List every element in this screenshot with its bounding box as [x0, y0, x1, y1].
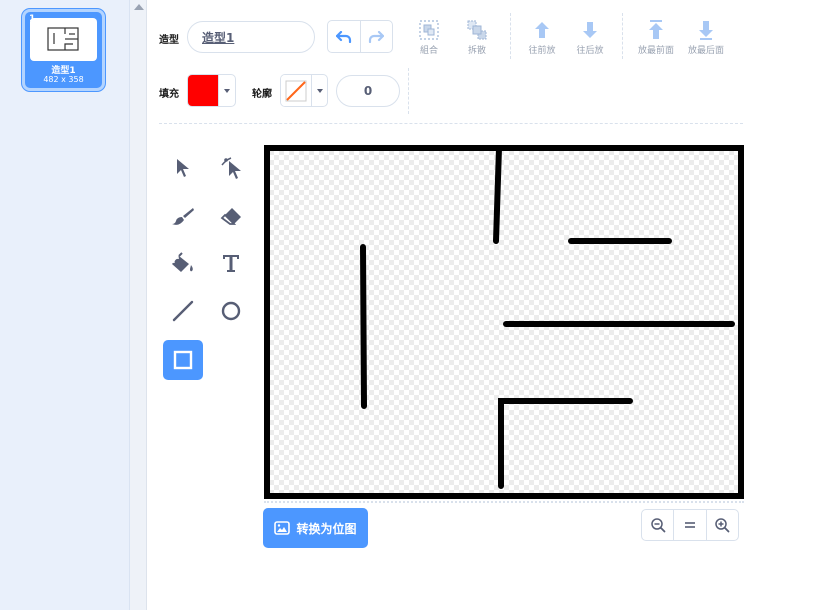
text-icon	[223, 255, 239, 272]
rectangle-tool[interactable]	[163, 340, 203, 380]
circle-icon	[221, 301, 241, 321]
outline-color-swatch	[281, 75, 311, 106]
circle-tool[interactable]	[211, 291, 251, 331]
zoom-reset-button[interactable]	[673, 510, 705, 540]
reshape-icon	[221, 157, 241, 179]
costume-name-label: 造型	[159, 35, 179, 46]
group-label: 組合	[419, 46, 438, 56]
backward-button[interactable]: 往后放	[568, 19, 612, 56]
send-to-back-button[interactable]: 放最后面	[684, 19, 728, 56]
brush-tool[interactable]	[163, 196, 203, 236]
fill-tool[interactable]	[163, 243, 203, 283]
costume-thumbnail	[30, 18, 97, 61]
front-label: 放最前面	[637, 46, 674, 56]
divider	[408, 68, 409, 114]
divider	[510, 13, 511, 59]
costume-name-input[interactable]	[187, 21, 315, 53]
eraser-tool[interactable]	[211, 196, 251, 236]
text-tool[interactable]	[211, 243, 251, 283]
toolbar-divider	[159, 123, 743, 124]
arrow-to-bottom-icon	[699, 21, 713, 40]
select-tool[interactable]	[163, 148, 203, 188]
select-arrow-icon	[177, 159, 189, 177]
arrow-down-icon	[583, 22, 597, 38]
costume-size: 482 x 358	[43, 75, 84, 84]
brush-icon	[172, 208, 194, 225]
undo-redo-group	[327, 20, 393, 53]
line-icon	[172, 300, 194, 322]
zoom-in-button[interactable]	[705, 510, 738, 540]
line-tool[interactable]	[163, 291, 203, 331]
rectangle-icon	[173, 350, 193, 370]
image-icon	[274, 521, 291, 535]
divider	[622, 13, 623, 59]
costume-tile[interactable]: 1 造型1 482 x 358	[22, 9, 105, 91]
back-label: 放最后面	[687, 46, 724, 56]
zoom-out-icon	[650, 518, 666, 533]
ungroup-button[interactable]: 拆散	[455, 19, 499, 56]
outline-color-picker[interactable]	[280, 74, 328, 107]
zoom-in-icon	[715, 518, 730, 533]
arrow-up-icon	[535, 22, 549, 38]
zoom-controls	[641, 509, 739, 541]
bring-to-front-button[interactable]: 放最前面	[634, 19, 678, 56]
undo-button[interactable]	[328, 21, 360, 52]
arrow-to-top-icon	[649, 20, 663, 39]
fill-label: 填充	[159, 89, 179, 100]
fill-bucket-icon	[172, 252, 193, 272]
group-icon	[419, 20, 439, 40]
outline-label: 轮廓	[252, 89, 272, 100]
scroll-up-arrow-icon[interactable]	[134, 4, 144, 10]
equals-icon	[684, 522, 695, 528]
maze-wall[interactable]	[493, 145, 502, 244]
ungroup-icon	[467, 20, 487, 40]
caret-down-icon	[223, 88, 230, 93]
backward-label: 往后放	[576, 46, 604, 56]
fill-color-picker[interactable]	[187, 74, 236, 107]
outline-width-input[interactable]	[336, 75, 400, 107]
redo-button[interactable]	[359, 21, 393, 52]
redo-icon	[369, 30, 385, 43]
caret-down-icon	[316, 88, 323, 93]
group-button[interactable]: 組合	[407, 19, 451, 56]
fill-color-swatch	[188, 75, 218, 106]
costume-list-panel: 1 造型1 482 x 358	[0, 0, 130, 610]
ungroup-label: 拆散	[467, 46, 486, 56]
convert-to-bitmap-button[interactable]: 转换为位图	[263, 508, 368, 548]
reshape-tool[interactable]	[211, 148, 251, 188]
drawing-canvas[interactable]	[264, 145, 744, 499]
forward-button[interactable]: 往前放	[520, 19, 564, 56]
outline-dropdown[interactable]	[311, 75, 327, 106]
maze-wall[interactable]	[360, 244, 367, 409]
eraser-icon	[220, 208, 241, 225]
no-color-icon	[285, 80, 307, 101]
scrollbar[interactable]	[130, 0, 147, 610]
undo-icon	[335, 30, 351, 43]
fill-dropdown[interactable]	[218, 75, 234, 106]
canvas-edge	[264, 501, 744, 503]
zoom-out-button[interactable]	[642, 510, 673, 540]
forward-label: 往前放	[528, 46, 556, 56]
convert-label: 转换为位图	[296, 521, 357, 536]
